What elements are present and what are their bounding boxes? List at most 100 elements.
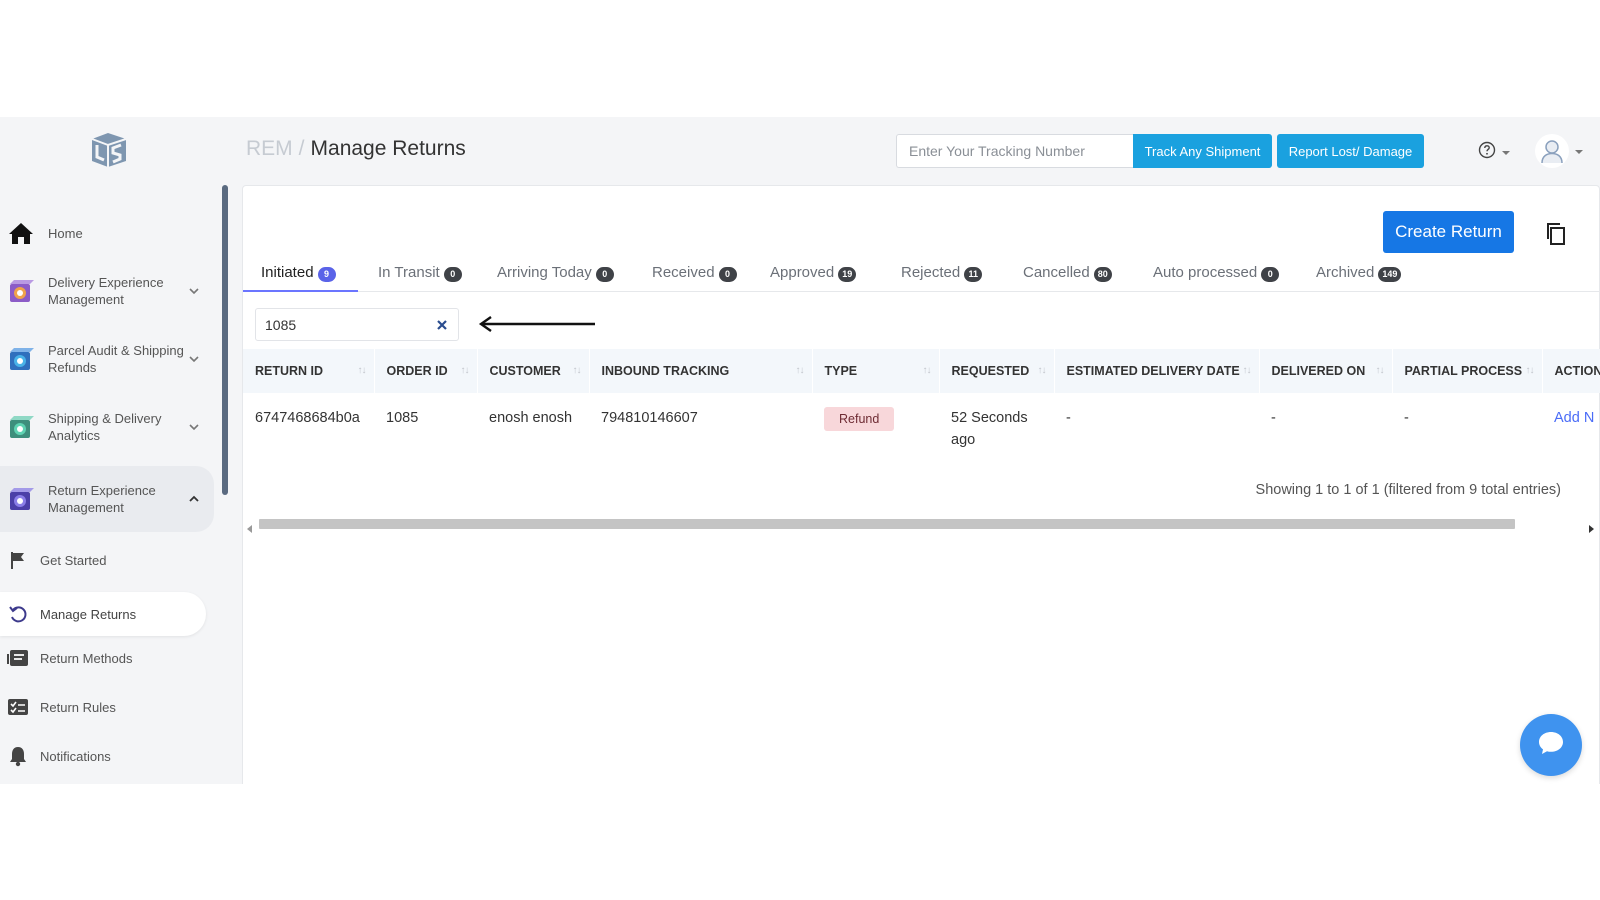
sidebar-item-analytics[interactable]: Shipping & Delivery Analytics <box>0 399 214 455</box>
avatar <box>1535 134 1569 168</box>
sidebar-item-label: Return Methods <box>40 650 133 666</box>
report-lost-damage-button[interactable]: Report Lost/ Damage <box>1277 134 1424 168</box>
breadcrumb: REM / Manage Returns <box>246 137 466 161</box>
add-note-link[interactable]: Add N <box>1554 410 1594 426</box>
sidebar-item-get-started[interactable]: Get Started <box>0 544 214 576</box>
cell-order-id: 1085 <box>386 410 419 426</box>
sidebar-item-notifications[interactable]: Notifications <box>0 740 214 772</box>
sidebar-item-return-experience[interactable]: Return Experience Management <box>0 466 214 532</box>
tab-in-transit[interactable]: In Transit 0 <box>378 260 462 292</box>
breadcrumb-root[interactable]: REM <box>246 137 293 160</box>
user-menu[interactable] <box>1535 134 1591 168</box>
create-return-button[interactable]: Create Return <box>1383 211 1514 253</box>
tab-label: In Transit <box>378 264 440 281</box>
tab-auto-processed[interactable]: Auto processed 0 <box>1153 260 1280 292</box>
column-header-partial-process[interactable]: PARTIAL PROCESS ↑↓ <box>1392 349 1543 393</box>
sort-icon: ↑↓ <box>922 365 932 376</box>
sidebar-item-parcel-audit[interactable]: Parcel Audit & Shipping Refunds <box>0 331 214 387</box>
arrow-left-icon <box>477 314 597 334</box>
tab-archived[interactable]: Archived 149 <box>1316 260 1402 292</box>
sort-icon: ↑↓ <box>1037 365 1047 376</box>
sidebar-item-home[interactable]: Home <box>0 215 214 251</box>
breadcrumb-separator: / <box>298 137 305 160</box>
returns-table-container: RETURN ID ↑↓ ORDER ID ↑↓ CUSTOMER ↑↓ INBOUN… <box>243 349 1600 529</box>
page-title: Manage Returns <box>310 137 466 160</box>
count-badge: 80 <box>1093 267 1112 282</box>
count-badge: 0 <box>595 267 614 282</box>
return-experience-icon <box>8 486 34 512</box>
tab-approved[interactable]: Approved 19 <box>770 260 857 292</box>
column-header-label: RETURN ID <box>255 364 324 378</box>
cell-customer: enosh enosh <box>489 410 573 426</box>
column-header-action: ACTION <box>1542 349 1600 393</box>
sidebar-item-label: Return Experience Management <box>48 483 156 515</box>
count-badge: 9 <box>317 267 336 282</box>
returns-table: RETURN ID ↑↓ ORDER ID ↑↓ CUSTOMER ↑↓ INBOUN… <box>243 349 1600 469</box>
table-search <box>255 308 459 341</box>
column-header-return-id[interactable]: RETURN ID ↑↓ <box>243 349 375 393</box>
sidebar-item-return-rules[interactable]: Return Rules <box>0 691 214 723</box>
bell-icon <box>6 744 30 768</box>
cell-return-id[interactable]: 6747468684b0a <box>243 393 374 469</box>
search-input[interactable] <box>265 309 425 340</box>
tab-arriving-today[interactable]: Arriving Today 0 <box>497 260 614 292</box>
tab-cancelled[interactable]: Cancelled 80 <box>1023 260 1112 292</box>
tab-label: Approved <box>770 264 835 281</box>
sidebar-item-label: Manage Returns <box>40 606 137 622</box>
table-row[interactable]: 6747468684b0a 1085 enosh enosh 794810146… <box>243 393 1600 469</box>
chevron-up-icon[interactable] <box>186 491 202 507</box>
tracking-number-input[interactable] <box>896 134 1133 168</box>
type-badge: Refund <box>824 407 895 431</box>
column-header-requested[interactable]: REQUESTED ↑↓ <box>939 349 1055 393</box>
brand-logo[interactable] <box>88 131 130 169</box>
sidebar-item-manage-returns[interactable]: Manage Returns <box>0 592 206 636</box>
caret-down-icon <box>1575 142 1583 160</box>
chevron-down-icon[interactable] <box>186 283 202 299</box>
scroll-left-icon[interactable] <box>247 520 253 538</box>
column-header-label: ACTION <box>1554 364 1600 378</box>
column-header-order-id[interactable]: ORDER ID ↑↓ <box>374 349 478 393</box>
sidebar-item-label: Home <box>48 225 83 241</box>
copy-icon[interactable] <box>1545 222 1567 246</box>
sidebar-item-delivery-experience[interactable]: Delivery Experience Management <box>0 263 214 319</box>
sidebar-scrollbar[interactable] <box>222 185 228 495</box>
column-header-customer[interactable]: CUSTOMER ↑↓ <box>477 349 590 393</box>
cell-inbound-tracking: 794810146607 <box>601 410 698 426</box>
column-header-delivered-on[interactable]: DELIVERED ON ↑↓ <box>1259 349 1393 393</box>
return-methods-icon <box>6 646 30 670</box>
cell-action: Add N <box>1542 393 1600 469</box>
column-header-label: ESTIMATED DELIVERY DATE <box>1066 364 1240 378</box>
tab-label: Received <box>652 264 715 281</box>
tab-label: Auto processed <box>1153 264 1258 281</box>
sort-icon: ↑↓ <box>1375 365 1385 376</box>
count-badge: 149 <box>1378 267 1402 282</box>
flag-icon <box>6 548 30 572</box>
scroll-right-icon[interactable] <box>1589 520 1595 538</box>
chat-widget-button[interactable] <box>1520 714 1582 776</box>
sidebar-item-label: Parcel Audit & Shipping Refunds <box>48 343 184 375</box>
scrollbar-thumb[interactable] <box>259 519 1515 529</box>
sidebar-item-label: Get Started <box>40 552 107 568</box>
tab-received[interactable]: Received 0 <box>652 260 737 292</box>
column-header-inbound-tracking[interactable]: INBOUND TRACKING ↑↓ <box>589 349 813 393</box>
chevron-down-icon[interactable] <box>186 351 202 367</box>
help-menu[interactable] <box>1478 141 1514 163</box>
sidebar-item-return-methods[interactable]: Return Methods <box>0 642 214 674</box>
returns-card: Create Return Initiated 9 In Transit 0 Arr… <box>242 185 1600 784</box>
tab-initiated[interactable]: Initiated 9 <box>243 260 358 292</box>
tab-rejected[interactable]: Rejected 11 <box>901 260 983 292</box>
column-header-estimated-delivery[interactable]: ESTIMATED DELIVERY DATE ↑↓ <box>1054 349 1260 393</box>
sort-icon: ↑↓ <box>572 365 582 376</box>
horizontal-scrollbar[interactable] <box>243 516 1600 533</box>
sidebar-item-label: Shipping & Delivery Analytics <box>48 411 162 443</box>
close-icon[interactable] <box>434 317 450 333</box>
caret-down-icon <box>1502 143 1510 161</box>
tab-label: Archived <box>1316 264 1375 281</box>
column-header-label: CUSTOMER <box>489 364 561 378</box>
track-shipment-button[interactable]: Track Any Shipment <box>1133 134 1272 168</box>
column-header-type[interactable]: TYPE ↑↓ <box>812 349 940 393</box>
count-badge: 0 <box>718 267 737 282</box>
status-tabs: Initiated 9 In Transit 0 Arriving Today 0 R… <box>243 260 1600 292</box>
count-badge: 11 <box>964 267 983 282</box>
chevron-down-icon[interactable] <box>186 419 202 435</box>
